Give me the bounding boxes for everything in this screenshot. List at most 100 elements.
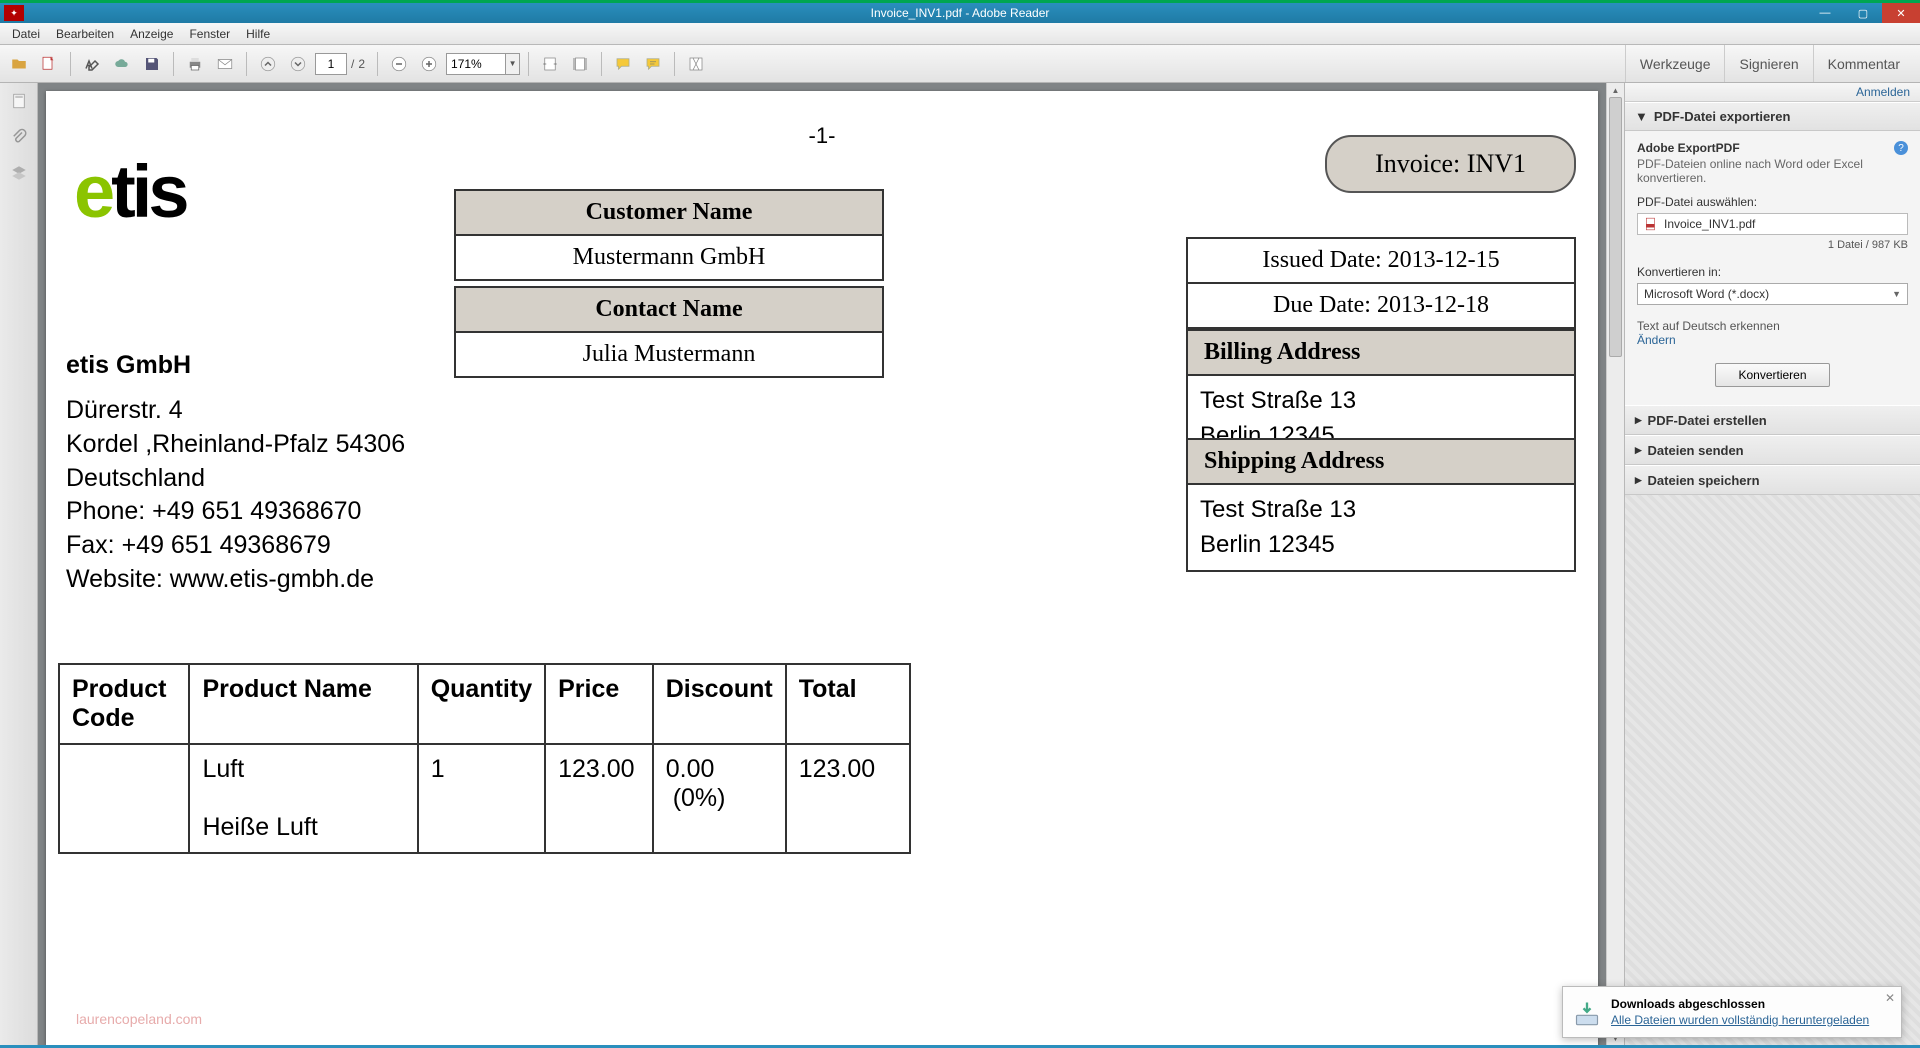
dates-table: Issued Date: 2013-12-15 Due Date: 2013-1… — [1186, 237, 1576, 329]
close-button[interactable]: ✕ — [1882, 3, 1920, 23]
lang-change-link[interactable]: Ändern — [1637, 333, 1676, 347]
company-block: etis GmbH Dürerstr. 4 Kordel ,Rheinland-… — [66, 351, 405, 597]
pdf-page: -1- etis Invoice: INV1 Customer Name Mus… — [46, 91, 1598, 1045]
maximize-button[interactable]: ▢ — [1844, 3, 1882, 23]
tab-kommentar[interactable]: Kommentar — [1813, 45, 1914, 82]
selected-file-name: Invoice_INV1.pdf — [1664, 217, 1755, 231]
export-brand: Adobe ExportPDF — [1637, 141, 1740, 155]
window-controls: — ▢ ✕ — [1806, 3, 1920, 23]
file-selector[interactable]: Invoice_INV1.pdf — [1637, 213, 1908, 235]
menu-hilfe[interactable]: Hilfe — [238, 25, 278, 43]
customer-name-value: Mustermann GmbH — [455, 235, 883, 280]
col-qty: Quantity — [418, 664, 545, 744]
customer-table: Customer Name Mustermann GmbH — [454, 189, 884, 281]
fit-width-icon[interactable] — [537, 51, 563, 77]
section-save-files[interactable]: ▸Dateien speichern — [1625, 465, 1920, 495]
scrollbar-thumb[interactable] — [1609, 97, 1622, 357]
separator — [601, 52, 602, 76]
attachments-icon[interactable] — [7, 125, 31, 149]
open-icon[interactable] — [6, 51, 32, 77]
scroll-up-icon[interactable]: ▲ — [1607, 83, 1624, 97]
toast-link[interactable]: Alle Dateien wurden vollständig herunter… — [1611, 1013, 1869, 1027]
export-body: ? Adobe ExportPDF PDF-Dateien online nac… — [1625, 131, 1920, 405]
convert-target-select[interactable]: Microsoft Word (*.docx) ▼ — [1637, 283, 1908, 305]
menubar: Datei Bearbeiten Anzeige Fenster Hilfe — [0, 23, 1920, 45]
menu-anzeige[interactable]: Anzeige — [122, 25, 181, 43]
chevron-down-icon: ▼ — [1635, 109, 1648, 124]
zoom-dropdown-icon[interactable]: ▼ — [506, 53, 520, 75]
fit-page-icon[interactable] — [567, 51, 593, 77]
page-up-icon[interactable] — [255, 51, 281, 77]
menu-bearbeiten[interactable]: Bearbeiten — [48, 25, 122, 43]
col-discount: Discount — [653, 664, 786, 744]
save-pdf-icon[interactable] — [36, 51, 62, 77]
download-complete-icon — [1573, 999, 1601, 1027]
chevron-down-icon: ▼ — [1892, 289, 1901, 299]
company-phone: Phone: +49 651 49368670 — [66, 495, 405, 529]
help-icon[interactable]: ? — [1894, 141, 1908, 155]
cell-total: 123.00 — [786, 744, 910, 853]
page-separator: / — [351, 57, 354, 71]
due-date: Due Date: 2013-12-18 — [1187, 283, 1575, 328]
contact-table: Contact Name Julia Mustermann — [454, 286, 884, 378]
shipping-table: Shipping Address Test Straße 13Berlin 12… — [1186, 438, 1576, 572]
company-addr2: Kordel ,Rheinland-Pfalz 54306 — [66, 428, 405, 462]
chevron-right-icon: ▸ — [1635, 412, 1642, 428]
cloud-icon[interactable] — [109, 51, 135, 77]
highlight-icon[interactable] — [640, 51, 666, 77]
separator — [246, 52, 247, 76]
read-mode-icon[interactable] — [683, 51, 709, 77]
col-name: Product Name — [189, 664, 417, 744]
cell-price: 123.00 — [545, 744, 653, 853]
toolbar: / 2 171% ▼ Werkzeuge Signieren Kommentar — [0, 45, 1920, 83]
zoom-level[interactable]: 171% — [446, 53, 506, 75]
separator — [70, 52, 71, 76]
vertical-scrollbar[interactable]: ▲ ▼ — [1606, 83, 1624, 1045]
company-web: Website: www.etis-gmbh.de — [66, 563, 405, 597]
invoice-badge: Invoice: INV1 — [1325, 135, 1576, 193]
company-fax: Fax: +49 651 49368679 — [66, 529, 405, 563]
separator — [674, 52, 675, 76]
save-icon[interactable] — [139, 51, 165, 77]
table-row: LuftHeiße Luft 1 123.00 0.00 (0%) 123.00 — [59, 744, 910, 853]
print-icon[interactable] — [182, 51, 208, 77]
sign-icon[interactable] — [79, 51, 105, 77]
export-desc: PDF-Dateien online nach Word oder Excel … — [1637, 157, 1908, 185]
contact-name-head: Contact Name — [455, 287, 883, 332]
zoom-in-icon[interactable] — [416, 51, 442, 77]
section-export-pdf[interactable]: ▼PDF-Datei exportieren — [1625, 102, 1920, 131]
company-addr3: Deutschland — [66, 462, 405, 496]
menu-fenster[interactable]: Fenster — [181, 25, 238, 43]
email-icon[interactable] — [212, 51, 238, 77]
col-total: Total — [786, 664, 910, 744]
main-area: -1- etis Invoice: INV1 Customer Name Mus… — [0, 83, 1920, 1045]
company-name: etis GmbH — [66, 351, 405, 380]
billing-head: Billing Address — [1187, 330, 1575, 375]
convert-button[interactable]: Konvertieren — [1715, 363, 1829, 387]
menu-datei[interactable]: Datei — [4, 25, 48, 43]
toast-title: Downloads abgeschlossen — [1611, 997, 1873, 1011]
document-viewport[interactable]: -1- etis Invoice: INV1 Customer Name Mus… — [38, 83, 1624, 1045]
select-file-label: PDF-Datei auswählen: — [1637, 195, 1908, 209]
cell-qty: 1 — [418, 744, 545, 853]
page-number-input[interactable] — [315, 53, 347, 75]
app-icon: ✦ — [4, 5, 24, 21]
layers-icon[interactable] — [7, 161, 31, 185]
col-code: Product Code — [59, 664, 189, 744]
titlebar: ✦ Invoice_INV1.pdf - Adobe Reader — ▢ ✕ — [0, 0, 1920, 23]
section-send-files[interactable]: ▸Dateien senden — [1625, 435, 1920, 465]
separator — [173, 52, 174, 76]
tab-signieren[interactable]: Signieren — [1724, 45, 1812, 82]
panel-filler — [1625, 495, 1920, 1045]
toast-close-icon[interactable]: ✕ — [1885, 991, 1895, 1005]
minimize-button[interactable]: — — [1806, 3, 1844, 23]
tab-werkzeuge[interactable]: Werkzeuge — [1625, 45, 1725, 82]
comment-icon[interactable] — [610, 51, 636, 77]
page-down-icon[interactable] — [285, 51, 311, 77]
separator — [377, 52, 378, 76]
section-create-pdf[interactable]: ▸PDF-Datei erstellen — [1625, 405, 1920, 435]
signin-link[interactable]: Anmelden — [1625, 83, 1920, 102]
customer-name-head: Customer Name — [455, 190, 883, 235]
thumbnails-icon[interactable] — [7, 89, 31, 113]
zoom-out-icon[interactable] — [386, 51, 412, 77]
